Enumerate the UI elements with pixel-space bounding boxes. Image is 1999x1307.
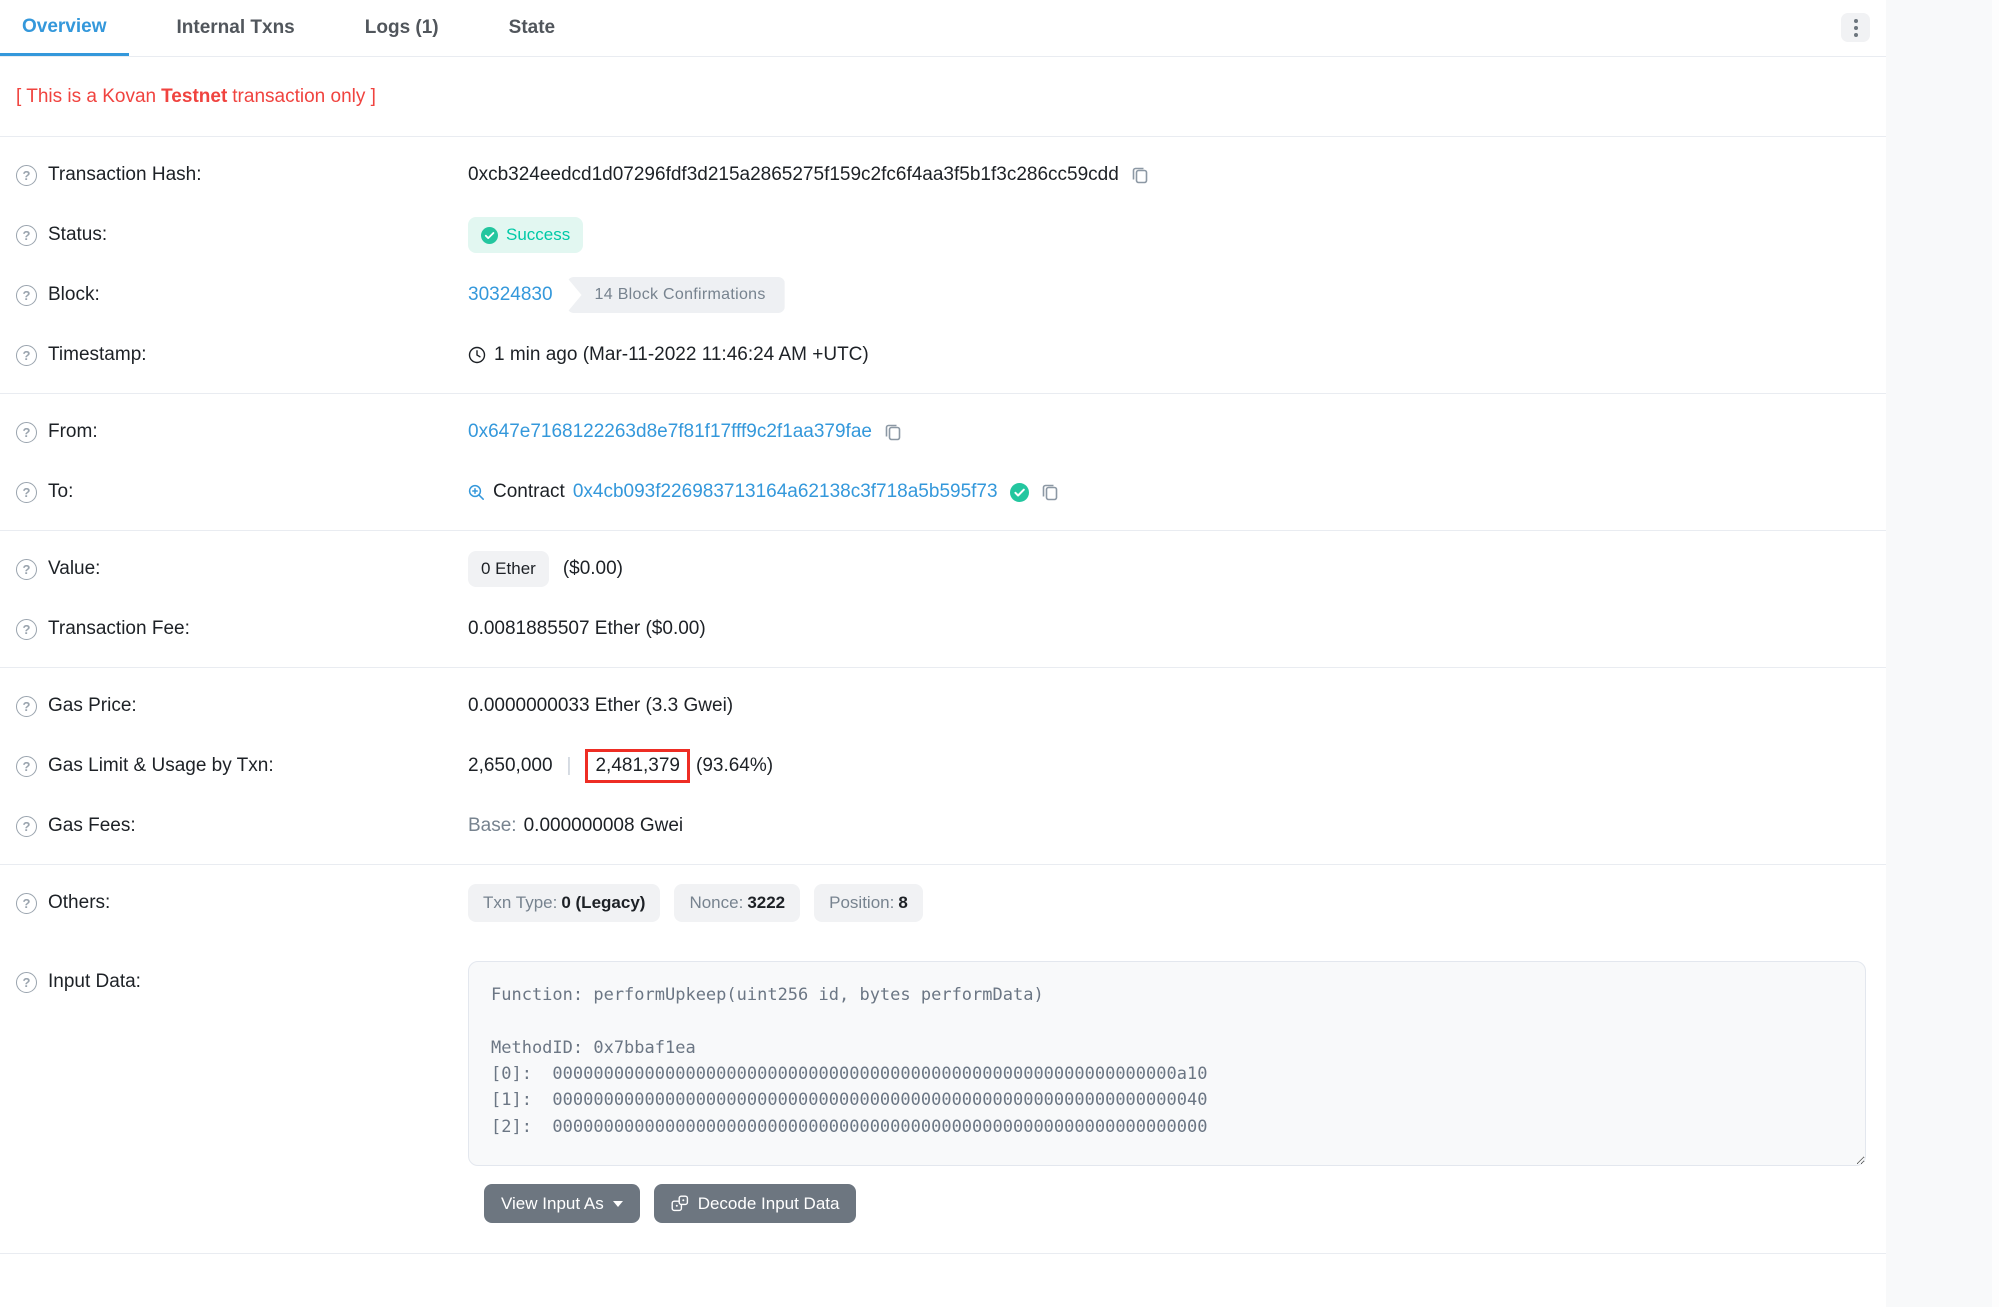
help-icon[interactable]: ? bbox=[16, 345, 37, 366]
txn-type-badge: Txn Type:0 (Legacy) bbox=[468, 884, 660, 922]
input-data-actions: View Input As Decode Input Data bbox=[484, 1184, 1886, 1245]
tab-state[interactable]: State bbox=[487, 0, 577, 56]
gas-fees-base-label: Base: bbox=[468, 815, 517, 837]
tab-bar: Overview Internal Txns Logs (1) State bbox=[0, 0, 1886, 57]
input-data-textarea[interactable]: Function: performUpkeep(uint256 id, byte… bbox=[468, 961, 1866, 1166]
transaction-fee-label: Transaction Fee: bbox=[48, 618, 190, 640]
more-options-button[interactable] bbox=[1841, 13, 1870, 42]
gas-limit-value: 2,650,000 bbox=[468, 755, 553, 777]
help-icon[interactable]: ? bbox=[16, 165, 37, 186]
section-summary: ? Transaction Hash: 0xcb324eedcd1d07296f… bbox=[0, 137, 1886, 394]
help-icon[interactable]: ? bbox=[16, 225, 37, 246]
magnifier-plus-icon[interactable] bbox=[468, 484, 485, 501]
status-label: Status: bbox=[48, 224, 107, 246]
from-label: From: bbox=[48, 421, 98, 443]
to-type-prefix: Contract bbox=[493, 481, 565, 503]
testnet-notice: [ This is a Kovan Testnet transaction on… bbox=[0, 57, 1886, 137]
row-value: ? Value: 0 Ether ($0.00) bbox=[0, 539, 1886, 599]
decode-input-data-button[interactable]: Decode Input Data bbox=[654, 1184, 857, 1223]
others-label: Others: bbox=[48, 892, 110, 914]
timestamp-label: Timestamp: bbox=[48, 344, 147, 366]
copy-icon[interactable] bbox=[884, 422, 902, 442]
check-circle-icon bbox=[481, 227, 498, 244]
block-label: Block: bbox=[48, 284, 100, 306]
value-label: Value: bbox=[48, 558, 100, 580]
tab-internal-txns[interactable]: Internal Txns bbox=[155, 0, 317, 56]
value-badge: 0 Ether bbox=[468, 551, 549, 587]
page-background-gutter bbox=[1886, 0, 1992, 1307]
section-value: ? Value: 0 Ether ($0.00) ? Transaction F… bbox=[0, 531, 1886, 668]
help-icon[interactable]: ? bbox=[16, 816, 37, 837]
view-input-as-button[interactable]: View Input As bbox=[484, 1184, 640, 1223]
row-gas-price: ? Gas Price: 0.0000000033 Ether (3.3 Gwe… bbox=[0, 676, 1886, 736]
row-status: ? Status: Success bbox=[0, 205, 1886, 265]
gas-price-value: 0.0000000033 Ether (3.3 Gwei) bbox=[468, 695, 733, 717]
verified-check-icon bbox=[1010, 483, 1029, 502]
transaction-detail-page: Overview Internal Txns Logs (1) State [ … bbox=[0, 0, 1999, 1307]
gas-price-label: Gas Price: bbox=[48, 695, 137, 717]
row-block: ? Block: 30324830 14 Block Confirmations bbox=[0, 265, 1886, 325]
row-to: ? To: Contract 0x4cb093f226983713164a621… bbox=[0, 462, 1886, 522]
nonce-badge: Nonce:3222 bbox=[674, 884, 800, 922]
row-transaction-fee: ? Transaction Fee: 0.0081885507 Ether ($… bbox=[0, 599, 1886, 659]
transaction-hash-value: 0xcb324eedcd1d07296fdf3d215a2865275f159c… bbox=[468, 164, 1119, 186]
timestamp-value: 1 min ago (Mar-11-2022 11:46:24 AM +UTC) bbox=[494, 344, 869, 366]
position-badge: Position:8 bbox=[814, 884, 923, 922]
status-badge-text: Success bbox=[506, 225, 570, 245]
gas-usage-percent: (93.64%) bbox=[696, 755, 773, 777]
section-gas: ? Gas Price: 0.0000000033 Ether (3.3 Gwe… bbox=[0, 668, 1886, 865]
input-data-label: Input Data: bbox=[48, 971, 141, 993]
from-address-link[interactable]: 0x647e7168122263d8e7f81f17fff9c2f1aa379f… bbox=[468, 421, 872, 443]
clock-icon bbox=[468, 346, 486, 364]
tab-overview[interactable]: Overview bbox=[0, 0, 129, 56]
row-timestamp: ? Timestamp: 1 min ago (Mar-11-2022 11:4… bbox=[0, 325, 1886, 385]
section-parties: ? From: 0x647e7168122263d8e7f81f17fff9c2… bbox=[0, 394, 1886, 531]
help-icon[interactable]: ? bbox=[16, 893, 37, 914]
gas-fees-label: Gas Fees: bbox=[48, 815, 136, 837]
pipe-separator: | bbox=[567, 755, 572, 777]
notice-bold: Testnet bbox=[161, 86, 227, 108]
row-from: ? From: 0x647e7168122263d8e7f81f17fff9c2… bbox=[0, 402, 1886, 462]
transaction-card: Overview Internal Txns Logs (1) State [ … bbox=[0, 0, 1886, 1283]
transaction-fee-value: 0.0081885507 Ether ($0.00) bbox=[468, 618, 706, 640]
help-icon[interactable]: ? bbox=[16, 422, 37, 443]
notice-prefix: [ This is a Kovan bbox=[16, 86, 156, 108]
notice-suffix: transaction only ] bbox=[232, 86, 376, 108]
chevron-down-icon bbox=[613, 1201, 623, 1207]
row-gas-fees: ? Gas Fees: Base: 0.000000008 Gwei bbox=[0, 796, 1886, 856]
gas-fees-base-value: 0.000000008 Gwei bbox=[524, 815, 684, 837]
bottom-spacer bbox=[0, 1254, 1886, 1283]
help-icon[interactable]: ? bbox=[16, 696, 37, 717]
help-icon[interactable]: ? bbox=[16, 619, 37, 640]
section-others-input: ? Others: Txn Type:0 (Legacy) Nonce:3222… bbox=[0, 865, 1886, 1254]
to-label: To: bbox=[48, 481, 73, 503]
row-input-data: ? Input Data: Function: performUpkeep(ui… bbox=[0, 961, 1886, 1166]
scrollbar-gutter[interactable] bbox=[1992, 0, 1999, 1307]
status-badge: Success bbox=[468, 217, 583, 253]
value-usd: ($0.00) bbox=[563, 558, 623, 580]
block-confirmations-badge: 14 Block Confirmations bbox=[567, 277, 785, 313]
row-gas-limit-usage: ? Gas Limit & Usage by Txn: 2,650,000 | … bbox=[0, 736, 1886, 796]
gas-usage-value-highlighted: 2,481,379 bbox=[585, 749, 690, 783]
help-icon[interactable]: ? bbox=[16, 482, 37, 503]
help-icon[interactable]: ? bbox=[16, 559, 37, 580]
tab-logs[interactable]: Logs (1) bbox=[343, 0, 461, 56]
copy-icon[interactable] bbox=[1041, 482, 1059, 502]
vertical-ellipsis-icon bbox=[1854, 19, 1858, 37]
to-address-link[interactable]: 0x4cb093f226983713164a62138c3f718a5b595f… bbox=[573, 481, 998, 503]
row-transaction-hash: ? Transaction Hash: 0xcb324eedcd1d07296f… bbox=[0, 145, 1886, 205]
gas-limit-label: Gas Limit & Usage by Txn: bbox=[48, 755, 274, 777]
help-icon[interactable]: ? bbox=[16, 756, 37, 777]
dice-icon bbox=[671, 1195, 689, 1213]
transaction-hash-label: Transaction Hash: bbox=[48, 164, 201, 186]
help-icon[interactable]: ? bbox=[16, 285, 37, 306]
block-number-link[interactable]: 30324830 bbox=[468, 284, 553, 306]
copy-icon[interactable] bbox=[1131, 165, 1149, 185]
help-icon[interactable]: ? bbox=[16, 972, 37, 993]
row-others: ? Others: Txn Type:0 (Legacy) Nonce:3222… bbox=[0, 873, 1886, 933]
